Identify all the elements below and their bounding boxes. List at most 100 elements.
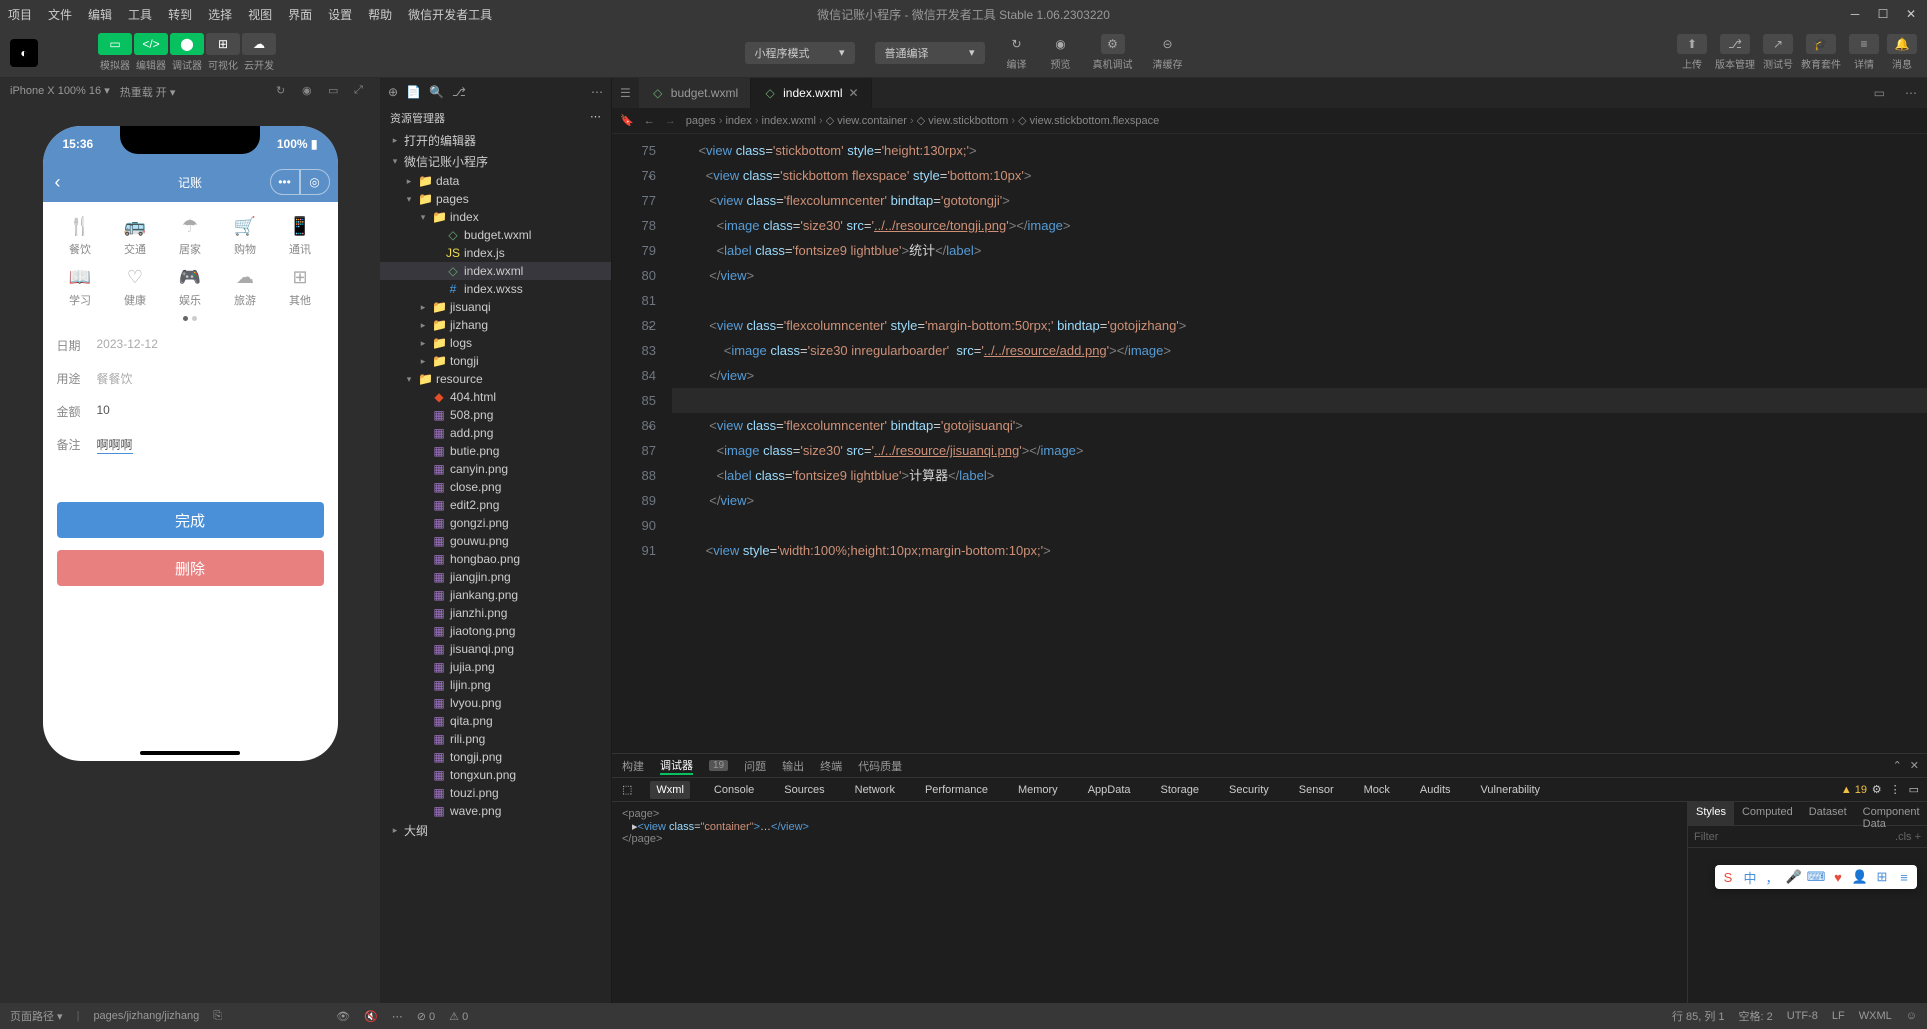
menu-view[interactable]: 视图 [248,6,272,23]
tree-item-jiaotong.png[interactable]: ▦jiaotong.png [380,622,611,640]
tab-index[interactable]: ◇index.wxml✕ [751,78,871,108]
mode-simulator[interactable]: ▭模拟器 [98,33,132,72]
dt-sub-appdata[interactable]: AppData [1082,781,1137,799]
menu-settings[interactable]: 设置 [328,6,352,23]
open-file-icon[interactable]: 📄 [406,85,421,99]
more-icon[interactable]: ⋯ [590,110,601,126]
tree-item-qita.png[interactable]: ▦qita.png [380,712,611,730]
menu-goto[interactable]: 转到 [168,6,192,23]
eye-icon[interactable]: 👁 [336,1010,350,1023]
mode-dropdown[interactable]: 小程序模式▾ [745,42,855,64]
tree-item-jisuanqi.png[interactable]: ▦jisuanqi.png [380,640,611,658]
tab-budget[interactable]: ◇budget.wxml [639,78,751,108]
new-file-icon[interactable]: ⊕ [388,85,398,99]
inspect-icon[interactable]: ⬚ [622,783,632,796]
cursor-position[interactable]: 行 85, 列 1 [1672,1008,1725,1024]
dt-sub-vuln[interactable]: Vulnerability [1475,781,1547,799]
search-icon[interactable]: 🔍 [429,85,444,99]
hot-reload-toggle[interactable]: 热重载 开 ▾ [120,84,176,100]
styles-tab[interactable]: Styles [1688,802,1734,825]
tree-item-lijin.png[interactable]: ▦lijin.png [380,676,611,694]
warnings-count[interactable]: ⚠ 0 [449,1010,468,1023]
cat-other[interactable]: ⊞其他 [273,267,328,308]
tree-item-edit2.png[interactable]: ▦edit2.png [380,496,611,514]
dt-sub-console[interactable]: Console [708,781,760,799]
compile-dropdown[interactable]: 普通编译▾ [875,42,985,64]
done-button[interactable]: 完成 [57,502,324,538]
maximize-button[interactable]: ☐ [1875,6,1891,22]
page-path-label[interactable]: 页面路径 ▾ [10,1008,63,1024]
date-row[interactable]: 日期2023-12-12 [57,329,324,362]
cat-comm[interactable]: 📱通讯 [273,216,328,257]
tree-item-index.wxml[interactable]: ◇index.wxml [380,262,611,280]
ime-heart-icon[interactable]: ♥ [1829,868,1847,886]
errors-count[interactable]: ⊘ 0 [417,1010,435,1023]
eol-info[interactable]: LF [1832,1010,1845,1022]
ime-mic-icon[interactable]: 🎤 [1785,868,1803,886]
test-account-button[interactable]: ↗测试号 [1763,34,1793,71]
dt-tab-debugger[interactable]: 调试器 [660,757,693,775]
tree-item-gouwu.png[interactable]: ▦gouwu.png [380,532,611,550]
tree-item-index.wxss[interactable]: #index.wxss [380,280,611,298]
cat-travel[interactable]: ☁旅游 [218,267,273,308]
ime-lang-icon[interactable]: 中 [1741,868,1759,886]
computed-tab[interactable]: Computed [1734,802,1801,825]
compile-button[interactable]: ↻编译 [1005,34,1029,71]
dt-sub-sensor[interactable]: Sensor [1293,781,1340,799]
screenshot-icon[interactable]: ▭ [328,84,344,100]
compdata-tab[interactable]: Component Data [1855,802,1927,825]
mute-icon[interactable]: 🔇 [364,1010,378,1023]
nav-fwd-icon[interactable]: → [665,115,676,127]
gear-icon[interactable]: ⚙ [1872,783,1882,796]
tree-item-gongzi.png[interactable]: ▦gongzi.png [380,514,611,532]
dt-sub-audits[interactable]: Audits [1414,781,1457,799]
capsule-close[interactable]: ◎ [300,169,330,195]
clear-cache-button[interactable]: ⊝清缓存 [1153,34,1183,71]
more-icon[interactable]: ⋯ [591,85,603,99]
nav-back-icon[interactable]: ← [644,115,655,127]
dt-tab-quality[interactable]: 代码质量 [858,758,902,774]
ime-keyboard-icon[interactable]: ⌨ [1807,868,1825,886]
maximize-icon[interactable]: ⌃ [1893,759,1902,772]
preview-button[interactable]: ◉预览 [1049,34,1073,71]
menu-project[interactable]: 项目 [8,6,32,23]
mode-editor[interactable]: </>编辑器 [134,33,168,72]
tree-item-lvyou.png[interactable]: ▦lvyou.png [380,694,611,712]
tree-item-canyin.png[interactable]: ▦canyin.png [380,460,611,478]
tree-item-logs[interactable]: ▸📁logs [380,334,611,352]
tree-item-508.png[interactable]: ▦508.png [380,406,611,424]
upload-button[interactable]: ⬆上传 [1677,34,1707,71]
tree-item-close.png[interactable]: ▦close.png [380,478,611,496]
remote-debug-button[interactable]: ⚙真机调试 [1093,34,1133,71]
dt-tab-terminal[interactable]: 终端 [820,758,842,774]
tree-item-data[interactable]: ▸📁data [380,172,611,190]
tree-item-pages[interactable]: ▾📁pages [380,190,611,208]
tab-menu-icon[interactable]: ☰ [612,86,639,100]
tree-item-tongji[interactable]: ▸📁tongji [380,352,611,370]
tree-item-budget.wxml[interactable]: ◇budget.wxml [380,226,611,244]
tree-item-jiankang.png[interactable]: ▦jiankang.png [380,586,611,604]
dt-sub-security[interactable]: Security [1223,781,1275,799]
cat-food[interactable]: 🍴餐饮 [53,216,108,257]
more-icon[interactable]: ⋯ [1895,86,1927,100]
tree-item-butie.png[interactable]: ▦butie.png [380,442,611,460]
ime-logo-icon[interactable]: S [1719,868,1737,886]
page-path-value[interactable]: pages/jizhang/jizhang [93,1010,199,1022]
dt-tab-build[interactable]: 构建 [622,758,644,774]
back-icon[interactable]: ‹ [55,172,61,193]
ime-menu-icon[interactable]: ≡ [1895,868,1913,886]
tree-item-touzi.png[interactable]: ▦touzi.png [380,784,611,802]
dataset-tab[interactable]: Dataset [1801,802,1855,825]
version-button[interactable]: ⎇版本管理 [1715,34,1755,71]
dt-sub-mock[interactable]: Mock [1358,781,1396,799]
capsule-menu[interactable]: ••• [270,169,300,195]
menu-file[interactable]: 文件 [48,6,72,23]
menu-edit[interactable]: 编辑 [88,6,112,23]
more-status-icon[interactable]: ⋯ [392,1010,403,1023]
tree-item-wave.png[interactable]: ▦wave.png [380,802,611,820]
close-icon[interactable]: ✕ [1910,759,1919,772]
details-button[interactable]: ≡详情 [1849,34,1879,71]
minimize-button[interactable]: ─ [1847,6,1863,22]
cat-home[interactable]: ☂居家 [163,216,218,257]
tree-item-tongxun.png[interactable]: ▦tongxun.png [380,766,611,784]
